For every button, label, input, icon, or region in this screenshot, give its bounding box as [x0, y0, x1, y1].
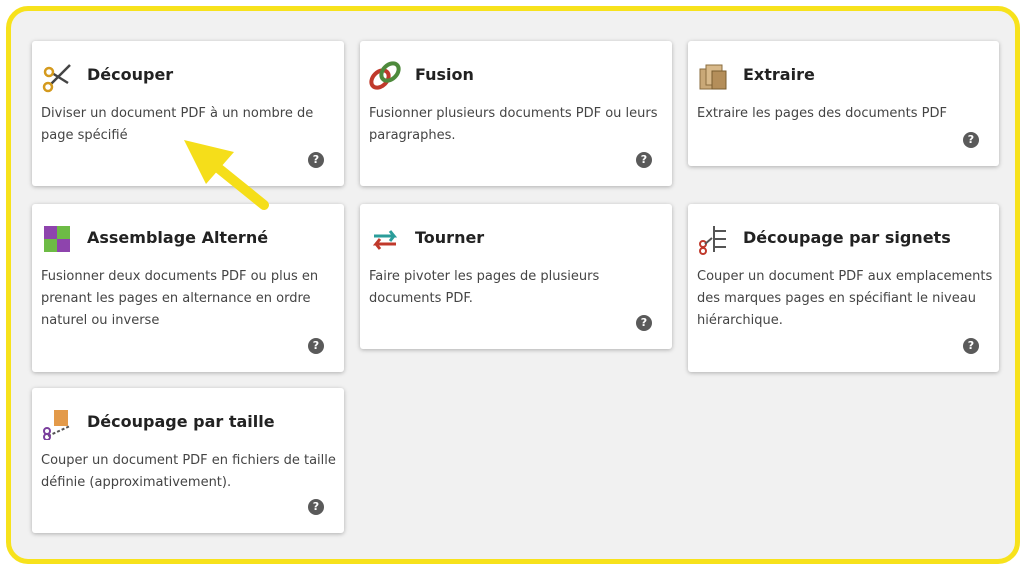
tool-title: Tourner	[415, 228, 485, 247]
tool-title: Extraire	[743, 65, 815, 84]
scissors-icon	[40, 59, 74, 93]
help-icon[interactable]: ?	[308, 338, 324, 354]
help-icon[interactable]: ?	[308, 152, 324, 168]
tool-title: Découpage par signets	[743, 228, 951, 247]
tool-title: Assemblage Alterné	[87, 228, 269, 247]
size-split-icon	[40, 406, 74, 441]
tool-title: Fusion	[415, 65, 474, 84]
tool-card-tourner[interactable]: Tourner Faire pivoter les pages de plusi…	[360, 204, 672, 349]
bookmark-split-icon	[696, 222, 730, 256]
tool-title: Découpage par taille	[87, 412, 275, 431]
help-icon[interactable]: ?	[308, 499, 324, 515]
tool-card-extraire[interactable]: Extraire Extraire les pages des document…	[688, 41, 999, 166]
tool-title: Découper	[87, 65, 174, 84]
alternate-tiles-icon	[40, 222, 74, 256]
tool-card-decoupage-signets[interactable]: Découpage par signets Couper un document…	[688, 204, 999, 372]
tool-description: Fusionner deux documents PDF ou plus en …	[41, 269, 319, 328]
pages-stack-icon	[696, 59, 730, 93]
help-icon[interactable]: ?	[636, 315, 652, 331]
help-icon[interactable]: ?	[963, 132, 979, 148]
tool-card-decoupage-taille[interactable]: Découpage par taille Couper un document …	[32, 388, 344, 533]
chain-link-icon	[368, 59, 402, 93]
help-icon[interactable]: ?	[963, 338, 979, 354]
tool-description: Fusionner plusieurs documents PDF ou leu…	[369, 106, 658, 143]
help-icon[interactable]: ?	[636, 152, 652, 168]
rotate-arrows-icon	[368, 222, 402, 256]
tool-description: Couper un document PDF aux emplacements …	[697, 269, 993, 328]
tool-description: Diviser un document PDF à un nombre de p…	[41, 106, 314, 143]
tool-description: Extraire les pages des documents PDF	[697, 106, 947, 121]
tool-description: Faire pivoter les pages de plusieurs doc…	[369, 269, 600, 306]
tool-card-assemblage-alterne[interactable]: Assemblage Alterné Fusionner deux docume…	[32, 204, 344, 372]
tool-card-fusion[interactable]: Fusion Fusionner plusieurs documents PDF…	[360, 41, 672, 186]
tool-description: Couper un document PDF en fichiers de ta…	[41, 453, 336, 490]
tool-card-decouper[interactable]: Découper Diviser un document PDF à un no…	[32, 41, 344, 186]
